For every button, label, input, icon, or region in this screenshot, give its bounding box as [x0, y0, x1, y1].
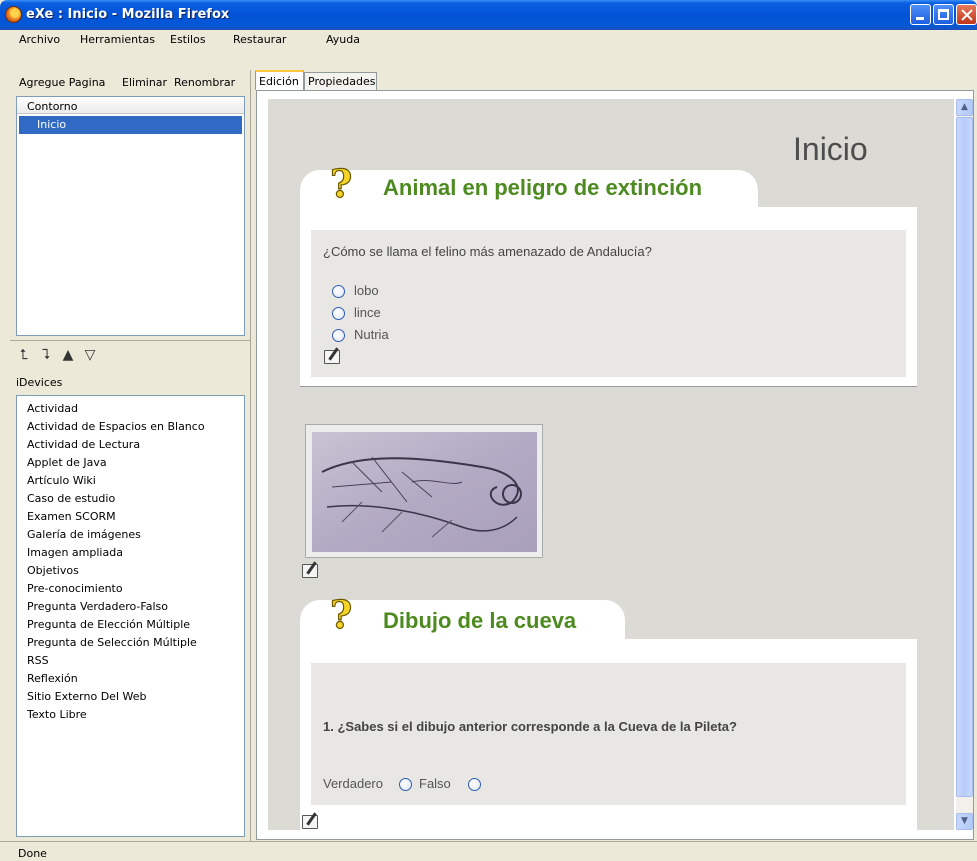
vertical-scrollbar[interactable]: ▲ ▼	[956, 99, 973, 830]
rename-button[interactable]: Renombrar	[174, 76, 235, 89]
firefox-icon	[5, 6, 22, 23]
delete-button[interactable]: Eliminar	[122, 76, 167, 89]
scroll-up-icon[interactable]: ▲	[956, 99, 973, 116]
idevice-item[interactable]: Pre-conocimiento	[27, 580, 244, 598]
title-bar: eXe : Inicio - Mozilla Firefox	[0, 0, 977, 30]
question-icon: ?	[329, 592, 353, 637]
idevice-item[interactable]: Reflexión	[27, 670, 244, 688]
question-text: 1. ¿Sabes si el dibujo anterior correspo…	[323, 719, 737, 734]
status-text: Done	[18, 847, 47, 860]
scroll-thumb[interactable]	[956, 117, 973, 797]
idevice-item[interactable]: Artículo Wiki	[27, 472, 244, 490]
idevice-item[interactable]: Pregunta de Elección Múltiple	[27, 616, 244, 634]
idevice-item[interactable]: Actividad	[27, 400, 244, 418]
move-up-icon[interactable]: ▲	[60, 347, 76, 363]
scroll-down-icon[interactable]: ▼	[956, 813, 973, 830]
false-label: Falso	[419, 776, 451, 791]
true-label: Verdadero	[323, 776, 383, 791]
idevice-item[interactable]: Texto Libre	[27, 706, 244, 724]
panel-splitter[interactable]	[10, 340, 250, 344]
question-icon: ?	[329, 161, 353, 206]
idevice-title: Animal en peligro de extinción	[383, 175, 703, 200]
menu-estilos[interactable]: Estilos	[170, 33, 206, 46]
idevice-item[interactable]: Pregunta de Selección Múltiple	[27, 634, 244, 652]
maximize-button[interactable]	[933, 4, 954, 25]
question-text: ¿Cómo se llama el felino más amenazado d…	[323, 244, 652, 259]
image-idevice	[305, 424, 543, 558]
idevice-item[interactable]: Actividad de Lectura	[27, 436, 244, 454]
idevice-item[interactable]: Objetivos	[27, 562, 244, 580]
menu-bar: Archivo Herramientas Estilos Restaurar A…	[0, 30, 977, 49]
radio-verdadero[interactable]	[399, 778, 412, 791]
idevice-item[interactable]: Imagen ampliada	[27, 544, 244, 562]
minimize-button[interactable]	[910, 4, 931, 25]
edit-icon[interactable]	[302, 564, 318, 578]
window-title: eXe : Inicio - Mozilla Firefox	[26, 7, 230, 22]
idevice-item[interactable]: Galería de imágenes	[27, 526, 244, 544]
option-label: Nutria	[354, 327, 389, 342]
idevices-list: Actividad Actividad de Espacios en Blanc…	[16, 395, 245, 837]
menu-restaurar[interactable]: Restaurar	[233, 33, 286, 46]
menu-ayuda[interactable]: Ayuda	[326, 33, 360, 46]
idevice-item[interactable]: RSS	[27, 652, 244, 670]
radio-falso[interactable]	[468, 778, 481, 791]
idevice-item[interactable]: Examen SCORM	[27, 508, 244, 526]
radio-lince[interactable]	[332, 307, 345, 320]
idevice-item[interactable]: Applet de Java	[27, 454, 244, 472]
idevice-item[interactable]: Pregunta Verdadero-Falso	[27, 598, 244, 616]
menu-archivo[interactable]: Archivo	[19, 33, 60, 46]
move-down-icon[interactable]: ▽	[82, 347, 98, 363]
cave-drawing-image	[312, 432, 537, 552]
pane-divider[interactable]	[250, 70, 254, 841]
outline-header: Contorno	[17, 97, 244, 114]
option-label: lince	[354, 305, 381, 320]
authoring-page: Inicio ? Animal en peligro de extinción …	[268, 99, 954, 830]
outline-node-inicio[interactable]: Inicio	[19, 116, 242, 134]
add-page-button[interactable]: Agregue Pagina	[19, 76, 105, 89]
edit-icon[interactable]	[302, 815, 318, 829]
idevice-title: Dibujo de la cueva	[383, 608, 577, 633]
edit-icon[interactable]	[324, 350, 340, 364]
radio-nutria[interactable]	[332, 329, 345, 342]
tab-edicion[interactable]: Edición	[255, 70, 304, 90]
menu-herramientas[interactable]: Herramientas	[80, 33, 155, 46]
tab-propiedades[interactable]: Propiedades	[304, 72, 377, 90]
demote-node-icon[interactable]: ⮧	[38, 347, 54, 363]
radio-lobo[interactable]	[332, 285, 345, 298]
outline-tree: Contorno Inicio	[16, 96, 245, 336]
page-title: Inicio	[793, 131, 868, 167]
idevice-item[interactable]: Sitio Externo Del Web	[27, 688, 244, 706]
idevice-item[interactable]: Actividad de Espacios en Blanco	[27, 418, 244, 436]
option-label: lobo	[354, 283, 379, 298]
promote-node-icon[interactable]: ⮤	[16, 347, 32, 363]
idevice-item[interactable]: Caso de estudio	[27, 490, 244, 508]
status-bar: Done	[0, 841, 977, 861]
outline-toolbar: Agregue Pagina Eliminar Renombrar	[0, 70, 250, 92]
idevices-label: iDevices	[16, 376, 63, 389]
close-button[interactable]	[956, 4, 977, 25]
